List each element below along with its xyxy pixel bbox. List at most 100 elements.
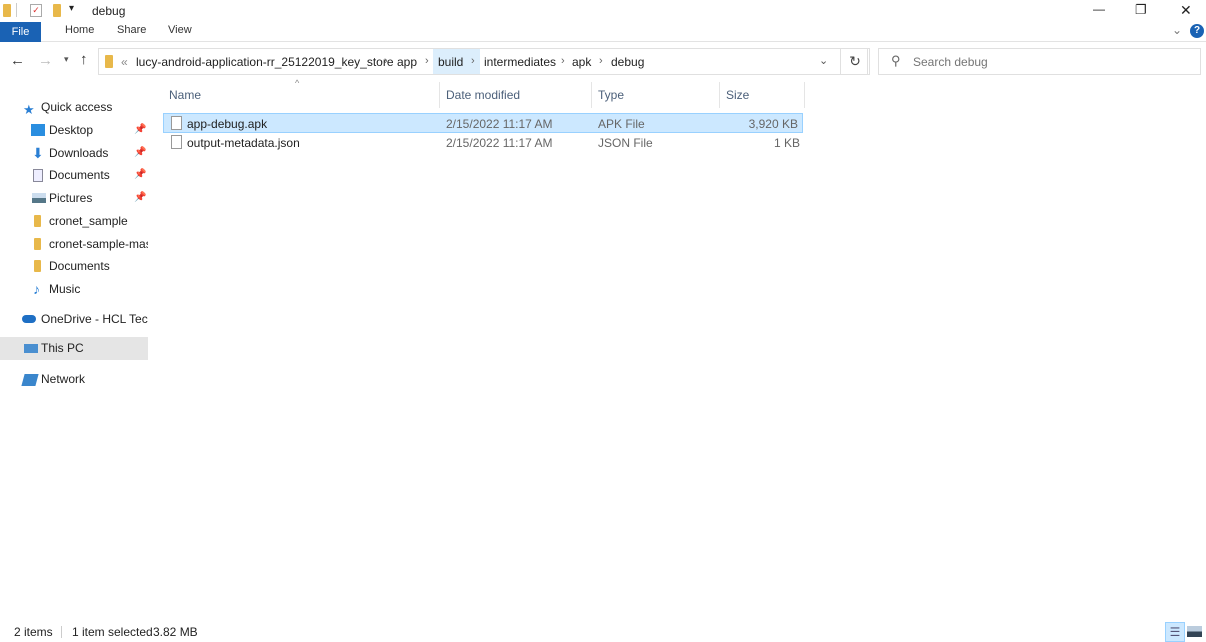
nav-label: OneDrive - HCL Techr: [41, 312, 148, 326]
nav-pictures[interactable]: Pictures 📌: [0, 187, 148, 209]
file-size: 1 KB: [773, 136, 800, 150]
minimize-button[interactable]: —: [1093, 2, 1105, 16]
nav-music[interactable]: ♪ Music: [0, 278, 148, 300]
download-icon: ⬇: [32, 145, 44, 161]
breadcrumb-overflow[interactable]: «: [121, 55, 128, 69]
up-button[interactable]: ↑: [80, 51, 88, 68]
tab-file[interactable]: File: [0, 22, 41, 42]
nav-documents-folder[interactable]: Documents: [0, 255, 148, 277]
search-box[interactable]: ⚲: [878, 48, 1201, 75]
file-row[interactable]: output-metadata.json 2/15/2022 11:17 AM …: [163, 133, 803, 153]
status-bar: 2 items 1 item selected 3.82 MB ☰: [0, 622, 1206, 642]
column-header-name[interactable]: Name: [163, 82, 440, 108]
breadcrumb-apk[interactable]: apk: [572, 55, 591, 69]
forward-button[interactable]: →: [38, 52, 53, 69]
nav-quick-access[interactable]: ★ Quick access: [0, 96, 148, 118]
folder-icon: [105, 55, 113, 68]
divider: [16, 3, 17, 17]
address-bar[interactable]: « lucy-android-application-rr_25122019_k…: [98, 48, 868, 75]
chevron-right-icon[interactable]: ›: [384, 55, 388, 67]
title-bar: ✓ ▾ debug — ❐ ✕: [0, 0, 1206, 22]
nav-label: Documents: [49, 168, 110, 182]
desktop-icon: [31, 124, 45, 136]
file-name: app-debug.apk: [187, 117, 268, 131]
nav-label: cronet-sample-mast: [49, 237, 148, 251]
new-folder-icon[interactable]: [53, 4, 61, 17]
search-icon: ⚲: [891, 53, 901, 68]
cloud-icon: [22, 315, 36, 323]
file-type: JSON File: [598, 136, 653, 150]
nav-label: Documents: [49, 259, 110, 273]
nav-label: Pictures: [49, 191, 93, 205]
column-header-size[interactable]: Size: [720, 82, 805, 108]
properties-icon[interactable]: ✓: [30, 4, 42, 17]
pc-icon: [24, 344, 38, 353]
network-icon: [21, 374, 39, 386]
nav-cronet-sample-master[interactable]: cronet-sample-mast: [0, 233, 148, 255]
folder-icon: [34, 215, 41, 227]
file-type: APK File: [598, 117, 645, 131]
nav-label: Network: [41, 372, 86, 386]
customize-qat-icon[interactable]: ▾: [69, 3, 74, 14]
tab-home[interactable]: Home: [65, 24, 94, 36]
nav-downloads[interactable]: ⬇ Downloads 📌: [0, 142, 148, 164]
tab-view[interactable]: View: [168, 24, 192, 36]
nav-onedrive[interactable]: OneDrive - HCL Techr: [0, 308, 148, 330]
breadcrumb-debug[interactable]: debug: [611, 55, 644, 69]
pin-icon[interactable]: 📌: [134, 142, 146, 164]
ribbon-tabs: File Home Share View ⌄ ?: [0, 22, 1206, 42]
breadcrumb-app[interactable]: app: [397, 55, 417, 69]
selection-count: 1 item selected: [72, 625, 153, 639]
documents-icon: [33, 169, 43, 182]
nav-label: Quick access: [41, 100, 113, 114]
nav-label: Downloads: [49, 146, 109, 160]
search-input[interactable]: [913, 53, 1193, 71]
divider: [61, 626, 62, 638]
back-button[interactable]: ←: [10, 52, 25, 69]
pin-icon[interactable]: 📌: [134, 119, 146, 141]
chevron-right-icon[interactable]: ›: [599, 55, 603, 67]
breadcrumb-intermediates[interactable]: intermediates: [484, 55, 556, 69]
folder-icon: [34, 260, 41, 272]
file-row[interactable]: app-debug.apk 2/15/2022 11:17 AM APK Fil…: [163, 113, 803, 133]
expand-ribbon-icon[interactable]: ⌄: [1172, 23, 1182, 37]
pin-icon[interactable]: 📌: [134, 187, 146, 209]
details-view-button[interactable]: ☰: [1165, 622, 1185, 642]
help-icon[interactable]: ?: [1190, 24, 1204, 38]
folder-icon: [3, 4, 11, 17]
item-count: 2 items: [14, 625, 53, 639]
file-size: 3,920 KB: [748, 117, 798, 131]
nav-desktop[interactable]: Desktop 📌: [0, 119, 148, 141]
column-header-date[interactable]: Date modified: [440, 82, 592, 108]
breadcrumb-key-store[interactable]: lucy-android-application-rr_25122019_key…: [136, 55, 394, 69]
star-icon: ★: [23, 102, 35, 117]
pin-icon[interactable]: 📌: [134, 164, 146, 186]
close-button[interactable]: ✕: [1180, 2, 1192, 19]
chevron-right-icon[interactable]: ›: [425, 55, 429, 67]
column-header-type[interactable]: Type: [592, 82, 720, 108]
file-icon: [171, 116, 182, 130]
nav-label: Desktop: [49, 123, 94, 137]
folder-icon: [34, 238, 41, 250]
maximize-button[interactable]: ❐: [1135, 2, 1147, 18]
refresh-button[interactable]: ↻: [840, 48, 870, 75]
nav-documents[interactable]: Documents 📌: [0, 164, 148, 186]
nav-this-pc[interactable]: This PC: [0, 337, 148, 360]
pictures-icon: [32, 193, 46, 203]
chevron-right-icon[interactable]: ›: [561, 55, 565, 67]
file-icon: [171, 135, 182, 149]
file-name: output-metadata.json: [187, 136, 300, 150]
tab-share[interactable]: Share: [117, 24, 146, 36]
nav-network[interactable]: Network: [0, 368, 148, 390]
selection-size: 3.82 MB: [153, 625, 198, 639]
window-title: debug: [92, 4, 126, 18]
nav-cronet-sample[interactable]: cronet_sample: [0, 210, 148, 232]
address-dropdown-icon[interactable]: ⌄: [819, 54, 828, 67]
nav-label: This PC: [41, 341, 84, 355]
chevron-right-icon[interactable]: ›: [471, 55, 475, 67]
breadcrumb-build[interactable]: build: [438, 55, 463, 69]
large-icons-view-button[interactable]: [1187, 626, 1202, 637]
nav-label: Music: [49, 282, 81, 296]
recent-locations-button[interactable]: ▾: [64, 54, 69, 65]
file-date: 2/15/2022 11:17 AM: [446, 117, 553, 131]
